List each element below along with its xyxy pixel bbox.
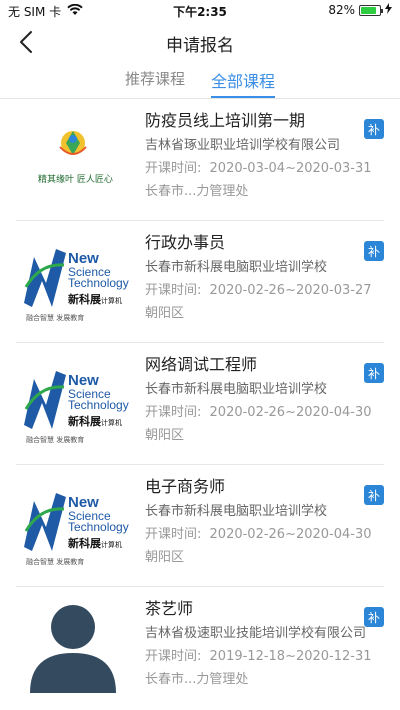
course-thumbnail: New Science Technology 新科展计算机 融合智慧 发展教育 [16,353,130,449]
nst-cn-name: 新科展 [68,415,101,428]
course-time-label: 开课时间: [145,283,202,298]
nst-logo: New Science Technology 新科展计算机 融合智慧 发展教育 [18,475,129,571]
course-time-label: 开课时间: [145,405,202,420]
course-name: 网络调试工程师 [145,355,258,374]
course-school: 长春市新科展电脑职业培训学校 [145,260,328,275]
course-time: 开课时间: 2020-02-26~2020-03-27 [145,279,372,298]
nst-cn-small: 计算机 [101,297,122,305]
course-school: 长春市新科展电脑职业培训学校 [145,382,328,397]
course-item[interactable]: New Science Technology 新科展计算机 融合智慧 发展教育 … [0,465,400,587]
nst-sub: 融合智慧 发展教育 [26,558,85,566]
course-time-range: 2020-03-04~2020-03-31 [209,161,372,176]
nst-cn-name: 新科展 [68,537,101,550]
charging-icon [385,3,392,17]
status-bar: 无 SIM 卡 下午2:35 82% [0,0,400,22]
course-name: 行政办事员 [145,233,226,252]
nst-cn: 新科展计算机 [68,413,122,429]
course-thumbnail: 精其缘叶 匠人匠心 [16,109,130,205]
nst-cn-name: 新科展 [68,293,101,306]
course-time: 开课时间: 2020-02-26~2020-04-30 [145,523,372,542]
course-address: 朝阳区 [145,306,185,321]
nst-line3: Technology [68,398,129,412]
course-time-label: 开课时间: [145,161,202,176]
course-address: 朝阳区 [145,550,185,565]
nst-emblem-icon [24,249,66,307]
nst-logo: New Science Technology 新科展计算机 融合智慧 发展教育 [18,353,129,449]
nst-cn: 新科展计算机 [68,535,122,551]
course-thumbnail [16,597,130,693]
course-item[interactable]: New Science Technology 新科展计算机 融合智慧 发展教育 … [0,221,400,343]
supplement-badge[interactable]: 补 [364,485,384,505]
supplement-badge[interactable]: 补 [364,241,384,261]
course-time-range: 2020-02-26~2020-03-27 [209,283,372,298]
nst-sub: 融合智慧 发展教育 [26,314,85,322]
nst-line3: Technology [68,276,129,290]
tab-bar: 推荐课程 全部课程 [0,62,400,98]
nst-text: New Science Technology [68,373,129,412]
battery-icon [359,4,383,16]
battery-percent: 82% [328,3,355,17]
course-list: 精其缘叶 匠人匠心 防疫员线上培训第一期 吉林省琢业职业培训学校有限公司 开课时… [0,99,400,709]
course-time-range: 2019-12-18~2020-12-31 [209,649,372,664]
course-time: 开课时间: 2019-12-18~2020-12-31 [145,645,372,664]
tab-all-courses[interactable]: 全部课程 [211,62,276,98]
nst-cn-small: 计算机 [101,541,122,549]
course-time: 开课时间: 2020-03-04~2020-03-31 [145,157,372,176]
nst-cn-small: 计算机 [101,419,122,427]
course-item[interactable]: 茶艺师 吉林省极速职业技能培训学校有限公司 开课时间: 2019-12-18~2… [0,587,400,709]
default-avatar-icon [30,605,116,693]
nst-cn: 新科展计算机 [68,291,122,307]
zhuoye-logo-icon [16,109,130,205]
nst-sub: 融合智慧 发展教育 [26,436,85,444]
page-title: 申请报名 [166,36,234,56]
tab-recommended[interactable]: 推荐课程 [125,62,185,98]
course-address: 长春市...力管理处 [145,672,249,687]
course-item[interactable]: New Science Technology 新科展计算机 融合智慧 发展教育 … [0,343,400,465]
course-time-label: 开课时间: [145,527,202,542]
course-time: 开课时间: 2020-02-26~2020-04-30 [145,401,372,420]
course-school: 长春市新科展电脑职业培训学校 [145,504,328,519]
nst-text: New Science Technology [68,495,129,534]
course-time-range: 2020-02-26~2020-04-30 [209,527,372,542]
supplement-badge[interactable]: 补 [364,119,384,139]
course-time-label: 开课时间: [145,649,202,664]
supplement-badge[interactable]: 补 [364,363,384,383]
course-thumbnail: New Science Technology 新科展计算机 融合智慧 发展教育 [16,231,130,327]
nst-line3: Technology [68,520,129,534]
logo-slogan: 精其缘叶 匠人匠心 [38,175,113,185]
course-item[interactable]: 精其缘叶 匠人匠心 防疫员线上培训第一期 吉林省琢业职业培训学校有限公司 开课时… [0,99,400,221]
status-right: 82% [328,3,392,17]
nst-emblem-icon [24,371,66,429]
course-thumbnail: New Science Technology 新科展计算机 融合智慧 发展教育 [16,475,130,571]
battery-fill [361,6,376,14]
nst-emblem-icon [24,493,66,551]
nst-logo: New Science Technology 新科展计算机 融合智慧 发展教育 [18,231,129,327]
course-address: 朝阳区 [145,428,185,443]
supplement-badge[interactable]: 补 [364,607,384,627]
course-school: 吉林省极速职业技能培训学校有限公司 [145,626,367,641]
nav-bar: 申请报名 [0,22,400,62]
course-address: 长春市...力管理处 [145,184,249,199]
course-name: 防疫员线上培训第一期 [145,111,306,130]
nst-text: New Science Technology [68,251,129,290]
course-school: 吉林省琢业职业培训学校有限公司 [145,138,341,153]
course-name: 茶艺师 [145,599,194,618]
course-name: 电子商务师 [145,477,226,496]
course-time-range: 2020-02-26~2020-04-30 [209,405,372,420]
